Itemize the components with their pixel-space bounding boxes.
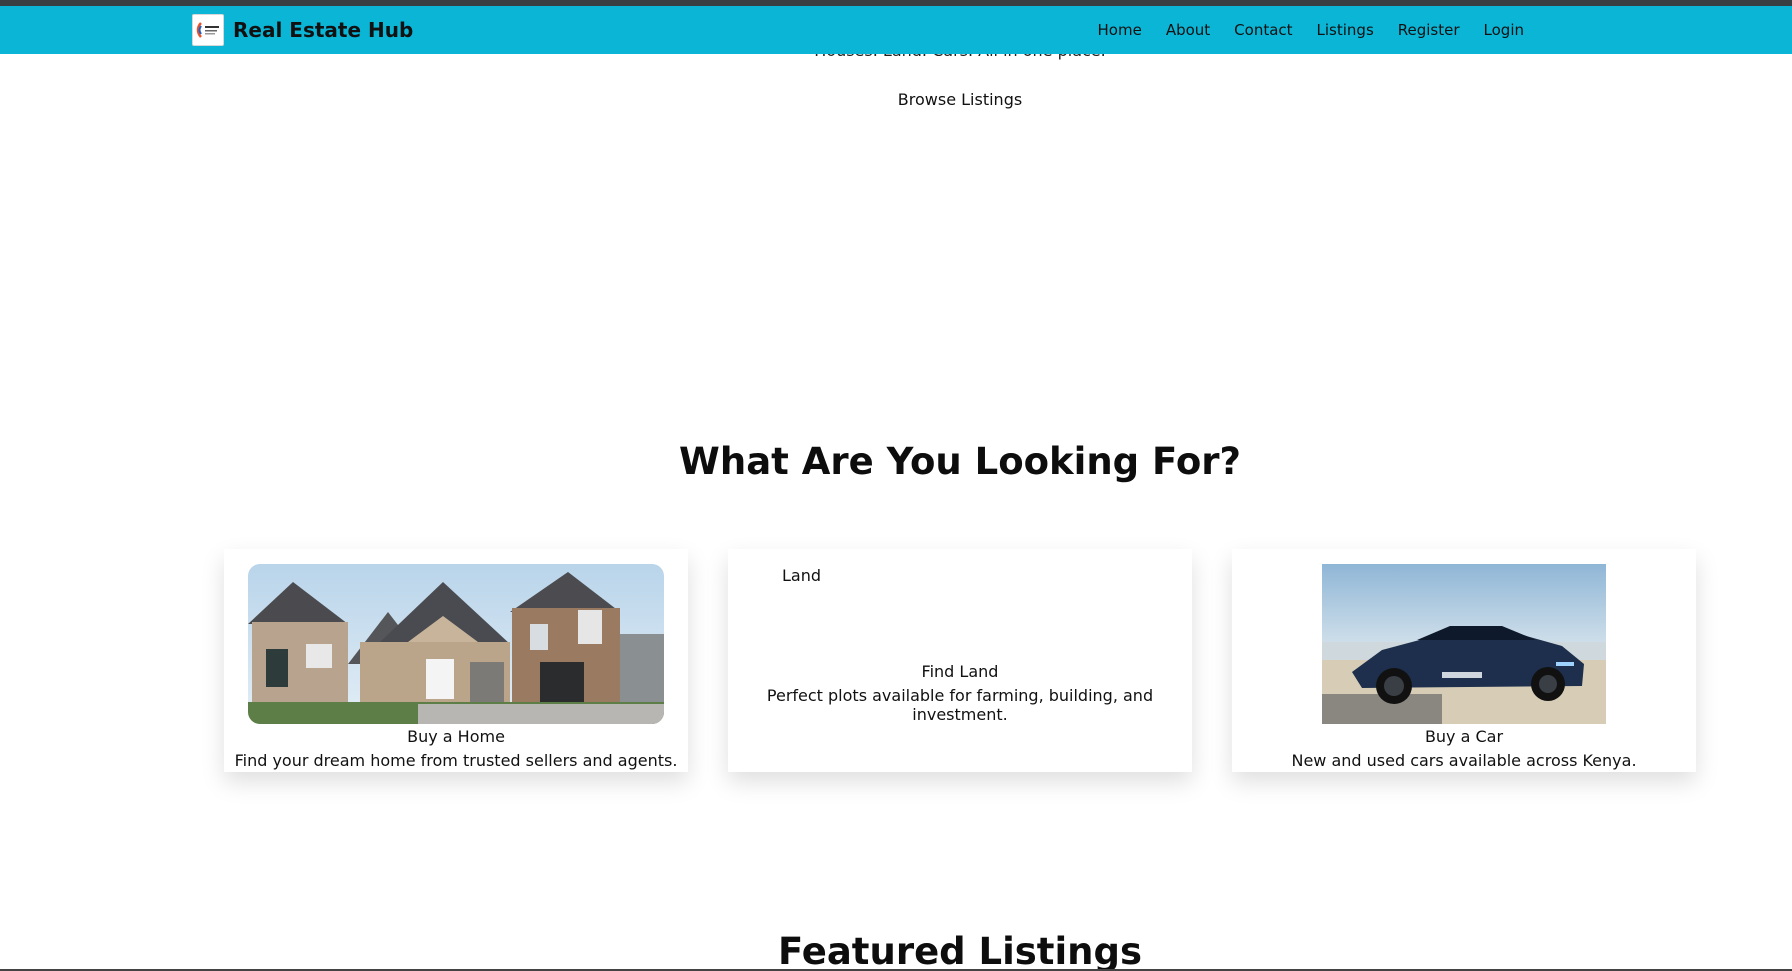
nav-home[interactable]: Home [1086, 21, 1154, 39]
category-card-land[interactable]: Land Find Land Perfect plots available f… [728, 549, 1192, 772]
card-description: New and used cars available across Kenya… [1291, 751, 1637, 770]
browse-listings-button[interactable]: Browse Listings [898, 90, 1022, 109]
nav-about[interactable]: About [1154, 21, 1222, 39]
card-title: Buy a Car [1424, 727, 1504, 746]
nav-listings[interactable]: Listings [1305, 21, 1386, 39]
card-description: Find your dream home from trusted seller… [234, 751, 678, 770]
nav-contact[interactable]: Contact [1222, 21, 1304, 39]
navbar: Real Estate Hub Home About Contact Listi… [0, 6, 1792, 54]
brand-logo-icon [192, 14, 224, 46]
nav-login[interactable]: Login [1472, 21, 1536, 39]
card-title: Find Land [921, 662, 999, 681]
category-card-car[interactable]: Buy a Car New and used cars available ac… [1232, 549, 1696, 772]
section-title-looking-for: What Are You Looking For? [679, 440, 1241, 483]
card-title: Buy a Home [407, 727, 505, 746]
card-description: Perfect plots available for farming, bui… [766, 686, 1154, 724]
house-image [248, 564, 664, 724]
car-image [1322, 564, 1606, 724]
nav-register[interactable]: Register [1386, 21, 1472, 39]
nav-menu: Home About Contact Listings Register Log… [1086, 6, 1536, 54]
brand-name: Real Estate Hub [233, 18, 414, 42]
land-image-broken: Land [782, 566, 822, 585]
category-card-home[interactable]: Buy a Home Find your dream home from tru… [224, 549, 688, 772]
brand[interactable]: Real Estate Hub [192, 14, 413, 46]
page-content: Houses. Land. Cars. All in one place. Br… [0, 0, 1792, 971]
section-title-featured: Featured Listings [777, 930, 1143, 971]
